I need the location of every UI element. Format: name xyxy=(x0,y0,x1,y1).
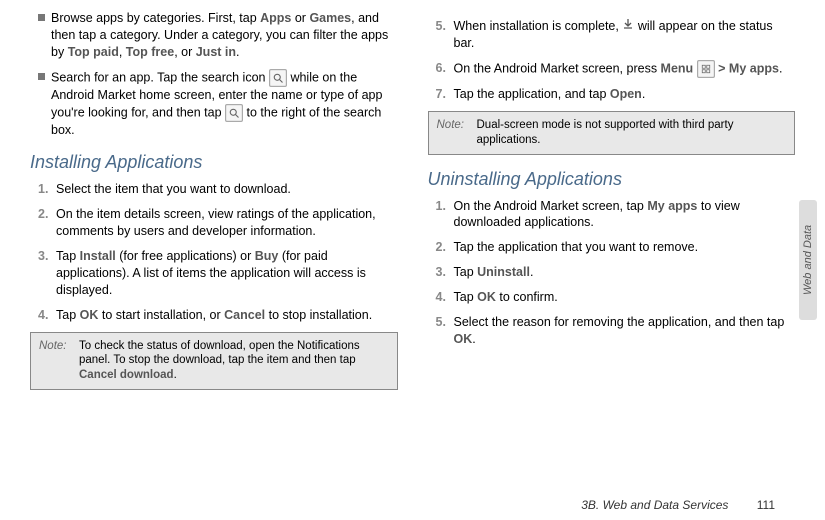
step-number: 3. xyxy=(38,248,56,299)
menu-icon xyxy=(697,60,715,78)
step-number: 7. xyxy=(436,86,454,103)
bold-text: My apps xyxy=(647,199,697,213)
bold-text: Top free xyxy=(126,45,174,59)
text: When installation is complete, xyxy=(454,19,623,33)
footer-title: 3B. Web and Data Services xyxy=(581,498,728,512)
bold-text: Uninstall xyxy=(477,265,530,279)
bold-text: Install xyxy=(80,249,116,263)
search-go-icon xyxy=(225,104,243,122)
bold-text: Open xyxy=(610,87,642,101)
note-text: Dual-screen mode is not supported with t… xyxy=(477,118,787,148)
bold-text: Buy xyxy=(255,249,279,263)
text: , xyxy=(119,45,126,59)
note-label: Note: xyxy=(437,118,477,148)
bold-text: Cancel xyxy=(224,308,265,322)
text: . xyxy=(779,61,782,75)
step-number: 2. xyxy=(436,239,454,256)
bullet-icon xyxy=(38,73,45,80)
note-text: To check the status of download, open th… xyxy=(79,340,360,367)
text: , or xyxy=(174,45,196,59)
step-5: 5. When installation is complete, will a… xyxy=(436,18,796,52)
step-number: 4. xyxy=(38,307,56,324)
bullet-browse: Browse apps by categories. First, tap Ap… xyxy=(30,10,398,61)
bold-text: > xyxy=(715,61,729,75)
step-number: 1. xyxy=(436,198,454,232)
text: Tap xyxy=(454,290,478,304)
page-content: Browse apps by categories. First, tap Ap… xyxy=(0,0,825,460)
step-text: Select the item that you want to downloa… xyxy=(56,181,291,198)
step-text: Tap the application that you want to rem… xyxy=(454,239,699,256)
bullet-search: Search for an app. Tap the search icon w… xyxy=(30,69,398,139)
step-6: 6. On the Android Market screen, press M… xyxy=(436,60,796,78)
bold-text: Top paid xyxy=(68,45,119,59)
text: or xyxy=(291,11,309,25)
download-complete-icon xyxy=(622,19,634,33)
step-number: 6. xyxy=(436,60,454,78)
text: . xyxy=(472,332,475,346)
text: to stop installation. xyxy=(265,308,372,322)
text: . xyxy=(174,369,177,381)
text: Tap xyxy=(56,249,80,263)
text: Browse apps by categories. First, tap xyxy=(51,11,260,25)
text: to confirm. xyxy=(496,290,558,304)
heading-installing: Installing Applications xyxy=(30,152,398,173)
bold-text: Menu xyxy=(661,61,694,75)
step-number: 1. xyxy=(38,181,56,198)
uninstall-step-5: 5. Select the reason for removing the ap… xyxy=(436,314,796,348)
text: . xyxy=(236,45,239,59)
text: . xyxy=(642,87,645,101)
page-footer: 3B. Web and Data Services 111 xyxy=(581,498,775,512)
step-1: 1. Select the item that you want to down… xyxy=(38,181,398,198)
bold-text: Games xyxy=(309,11,351,25)
step-number: 3. xyxy=(436,264,454,281)
step-number: 4. xyxy=(436,289,454,306)
left-column: Browse apps by categories. First, tap Ap… xyxy=(30,10,413,460)
uninstall-step-2: 2. Tap the application that you want to … xyxy=(436,239,796,256)
note-box-1: Note: To check the status of download, o… xyxy=(30,332,398,391)
step-number: 5. xyxy=(436,18,454,52)
right-column: 5. When installation is complete, will a… xyxy=(413,10,796,460)
text: to start installation, or xyxy=(98,308,224,322)
text: On the Android Market screen, press xyxy=(454,61,661,75)
step-2: 2. On the item details screen, view rati… xyxy=(38,206,398,240)
text: . xyxy=(530,265,533,279)
bold-text: OK xyxy=(80,308,99,322)
text: Search for an app. Tap the search icon xyxy=(51,70,269,84)
note-box-2: Note: Dual-screen mode is not supported … xyxy=(428,111,796,155)
uninstall-step-4: 4. Tap OK to confirm. xyxy=(436,289,796,306)
bold-text: OK xyxy=(477,290,496,304)
text: Tap xyxy=(56,308,80,322)
note-label: Note: xyxy=(39,339,79,384)
uninstall-step-3: 3. Tap Uninstall. xyxy=(436,264,796,281)
uninstall-step-1: 1. On the Android Market screen, tap My … xyxy=(436,198,796,232)
page-number: 111 xyxy=(757,498,775,512)
bold-text: OK xyxy=(454,332,473,346)
text: (for free applications) or xyxy=(116,249,255,263)
bold-text: Apps xyxy=(260,11,291,25)
bold-text: My apps xyxy=(729,61,779,75)
text: Tap the application, and tap xyxy=(454,87,610,101)
search-icon xyxy=(269,69,287,87)
text: On the Android Market screen, tap xyxy=(454,199,648,213)
bullet-icon xyxy=(38,14,45,21)
step-4: 4. Tap OK to start installation, or Canc… xyxy=(38,307,398,324)
bold-text: Just in xyxy=(196,45,236,59)
step-number: 5. xyxy=(436,314,454,348)
step-text: On the item details screen, view ratings… xyxy=(56,206,398,240)
heading-uninstalling: Uninstalling Applications xyxy=(428,169,796,190)
section-tab: Web and Data xyxy=(799,200,817,320)
step-7: 7. Tap the application, and tap Open. xyxy=(436,86,796,103)
step-3: 3. Tap Install (for free applications) o… xyxy=(38,248,398,299)
text: Select the reason for removing the appli… xyxy=(454,315,785,329)
step-number: 2. xyxy=(38,206,56,240)
text: Tap xyxy=(454,265,478,279)
bold-text: Cancel download xyxy=(79,369,174,381)
